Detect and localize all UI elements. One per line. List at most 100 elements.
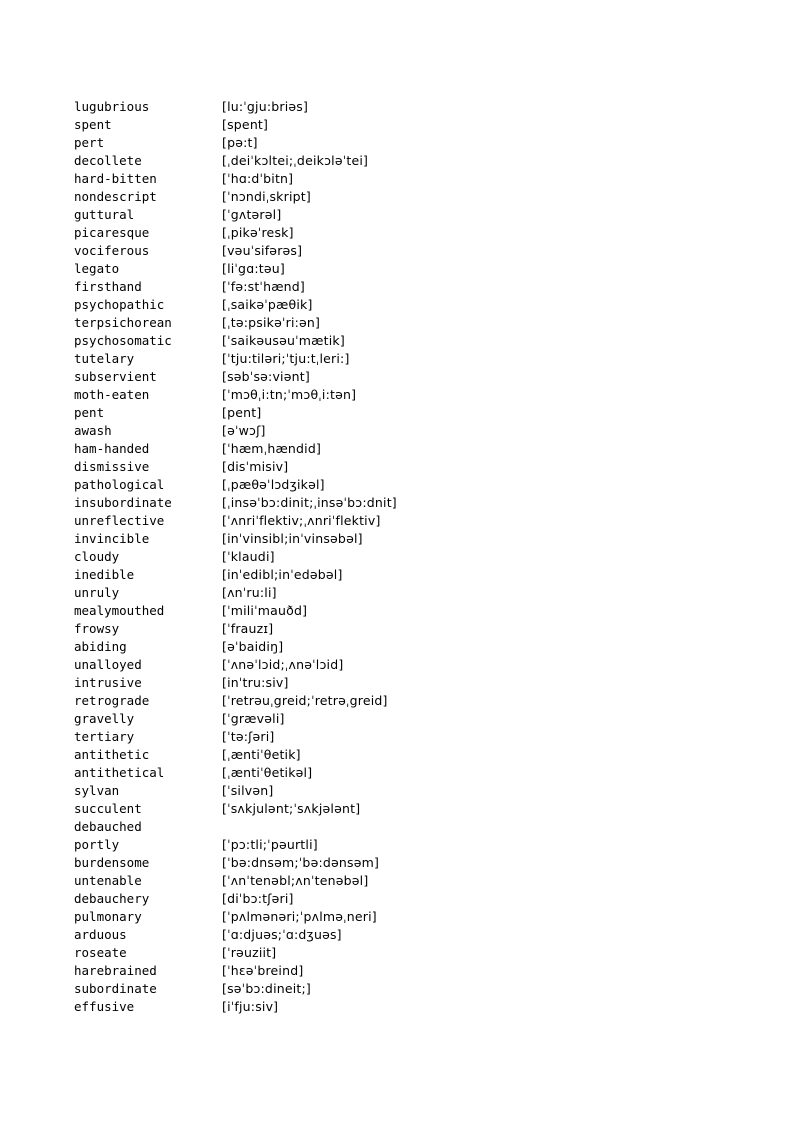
vocab-word: dismissive (74, 459, 150, 474)
vocab-row: tutelary [ˈtju:tiləri;ˈtju:tˌleri:] (74, 350, 734, 368)
vocab-phonetic: [ˌinsəˈbɔ:dinit;ˌinsəˈbɔ:dnit] (222, 495, 397, 510)
vocab-word: moth-eaten (74, 387, 150, 402)
vocab-word: abiding (74, 639, 127, 654)
vocab-phonetic: [diˈbɔ:tʃəri] (222, 891, 294, 906)
vocab-row: dismissive [disˈmisiv] (74, 458, 734, 476)
vocab-word: awash (74, 423, 112, 438)
vocab-phonetic: [iˈfju:siv] (222, 999, 279, 1014)
vocab-word: lugubrious (74, 99, 150, 114)
vocab-phonetic: [ˌpæθəˈlɔdʒikəl] (222, 477, 325, 492)
vocab-word: ham-handed (74, 441, 150, 456)
vocab-word: arduous (74, 927, 127, 942)
vocab-word: cloudy (74, 549, 120, 564)
vocab-word: invincible (74, 531, 150, 546)
vocab-phonetic: [ˈmɔθˌi:tn;ˈmɔθˌi:tən] (222, 387, 357, 402)
vocab-word: tertiary (74, 729, 135, 744)
vocabulary-list: lugubrious [lu:ˈgju:briəs] spent [spent] per… (74, 98, 734, 1016)
vocab-row: vociferous [vəuˈsifərəs] (74, 242, 734, 260)
vocab-row: untenable [ˈʌnˈtenəbl;ʌnˈtenəbəl] (74, 872, 734, 890)
vocab-row: guttural [ˈgʌtərəl] (74, 206, 734, 224)
vocab-phonetic: [əˈbaidiŋ] (222, 639, 284, 654)
vocab-word: psychosomatic (74, 333, 172, 348)
vocab-word: unalloyed (74, 657, 142, 672)
vocab-row: debauched (74, 818, 734, 836)
vocab-phonetic: [ˈɑ:djuəs;ˈɑ:dʒuəs] (222, 927, 342, 942)
vocab-row: portly [ˈpɔ:tli;ˈpəurtli] (74, 836, 734, 854)
vocab-word: picaresque (74, 225, 150, 240)
vocab-phonetic: [inˈedibl;inˈedəbəl] (222, 567, 343, 582)
vocab-row: cloudy [ˈklaudi] (74, 548, 734, 566)
vocab-word: untenable (74, 873, 142, 888)
vocab-word: debauchery (74, 891, 150, 906)
vocab-row: hard-bitten [ˈhɑ:dˈbitn] (74, 170, 734, 188)
vocab-row: pulmonary [ˈpʌlmənəri;ˈpʌlməˌneri] (74, 908, 734, 926)
vocab-word: sylvan (74, 783, 120, 798)
vocab-word: guttural (74, 207, 135, 222)
vocab-word: frowsy (74, 621, 120, 636)
vocab-word: unruly (74, 585, 120, 600)
vocab-row: moth-eaten [ˈmɔθˌi:tn;ˈmɔθˌi:tən] (74, 386, 734, 404)
vocab-phonetic: [ˈhæmˌhændid] (222, 441, 322, 456)
vocab-word: portly (74, 837, 120, 852)
vocab-word: subservient (74, 369, 157, 384)
vocab-row: antithetical [ˌæntiˈθetikəl] (74, 764, 734, 782)
vocab-word: decollete (74, 153, 142, 168)
vocab-row: succulent [ˈsʌkjulənt;ˈsʌkjələnt] (74, 800, 734, 818)
vocab-phonetic: [ˈnɔndiˌskript] (222, 189, 311, 204)
vocab-row: subordinate [səˈbɔ:dineit;] (74, 980, 734, 998)
vocab-row: firsthand [ˈfə:stˈhænd] (74, 278, 734, 296)
vocab-row: antithetic [ˌæntiˈθetik] (74, 746, 734, 764)
vocab-phonetic: [inˈtru:siv] (222, 675, 289, 690)
vocab-word: burdensome (74, 855, 150, 870)
vocab-phonetic: [pent] (222, 405, 262, 420)
vocab-phonetic: [ˌæntiˈθetikəl] (222, 765, 313, 780)
vocab-phonetic: [ˈrəuziit] (222, 945, 277, 960)
vocab-row: sylvan [ˈsilvən] (74, 782, 734, 800)
vocab-word: nondescript (74, 189, 157, 204)
vocab-row: subservient [səbˈsə:viənt] (74, 368, 734, 386)
vocab-phonetic: [vəuˈsifərəs] (222, 243, 303, 258)
vocab-phonetic: [ˈklaudi] (222, 549, 275, 564)
vocab-phonetic: [ˈfrauzɪ] (222, 621, 274, 636)
vocab-row: spent [spent] (74, 116, 734, 134)
vocab-word: legato (74, 261, 120, 276)
vocab-row: unreflective [ˈʌnriˈflektiv;ˌʌnriˈflektiv… (74, 512, 734, 530)
vocab-row: frowsy [ˈfrauzɪ] (74, 620, 734, 638)
vocab-phonetic: [ˈfə:stˈhænd] (222, 279, 305, 294)
vocab-row: psychopathic [ˌsaikəˈpæθik] (74, 296, 734, 314)
vocab-phonetic: [ˈʌnˈtenəbl;ʌnˈtenəbəl] (222, 873, 369, 888)
vocab-phonetic: [ˈsaikəusəuˈmætik] (222, 333, 345, 348)
vocab-row: pent [pent] (74, 404, 734, 422)
vocab-word: effusive (74, 999, 135, 1014)
vocab-word: terpsichorean (74, 315, 172, 330)
vocab-phonetic: [ˈsʌkjulənt;ˈsʌkjələnt] (222, 801, 361, 816)
vocab-word: succulent (74, 801, 142, 816)
vocab-word: hard-bitten (74, 171, 157, 186)
vocab-row: terpsichorean [ˌtə:psikəˈri:ən] (74, 314, 734, 332)
vocab-row: pathological [ˌpæθəˈlɔdʒikəl] (74, 476, 734, 494)
vocab-phonetic: [əˈwɔʃ] (222, 423, 266, 438)
vocab-phonetic: [liˈgɑ:təu] (222, 261, 285, 276)
vocab-phonetic: [ʌnˈru:li] (222, 585, 277, 600)
vocab-word: pent (74, 405, 105, 420)
vocab-phonetic: [ˈhɑ:dˈbitn] (222, 171, 294, 186)
vocab-row: legato [liˈgɑ:təu] (74, 260, 734, 278)
vocab-row: unalloyed [ˈʌnəˈlɔid;ˌʌnəˈlɔid] (74, 656, 734, 674)
vocab-row: effusive [iˈfju:siv] (74, 998, 734, 1016)
vocab-phonetic: [ˈpɔ:tli;ˈpəurtli] (222, 837, 318, 852)
vocab-row: unruly [ʌnˈru:li] (74, 584, 734, 602)
vocab-row: intrusive [inˈtru:siv] (74, 674, 734, 692)
vocab-row: debauchery [diˈbɔ:tʃəri] (74, 890, 734, 908)
vocab-word: retrograde (74, 693, 150, 708)
vocab-word: psychopathic (74, 297, 165, 312)
vocab-word: mealymouthed (74, 603, 165, 618)
vocab-phonetic: [ˈgrævəli] (222, 711, 285, 726)
vocab-row: lugubrious [lu:ˈgju:briəs] (74, 98, 734, 116)
vocab-phonetic: [ˈretrəuˌgreid;ˈretrəˌgreid] (222, 693, 388, 708)
vocab-row: invincible [inˈvinsibl;inˈvinsəbəl] (74, 530, 734, 548)
vocab-word: pert (74, 135, 105, 150)
vocab-row: retrograde [ˈretrəuˌgreid;ˈretrəˌgreid] (74, 692, 734, 710)
vocab-phonetic: [ˈpʌlmənəri;ˈpʌlməˌneri] (222, 909, 377, 924)
vocab-phonetic: [spent] (222, 117, 269, 132)
vocab-phonetic: [ˈtə:ʃəri] (222, 729, 275, 744)
